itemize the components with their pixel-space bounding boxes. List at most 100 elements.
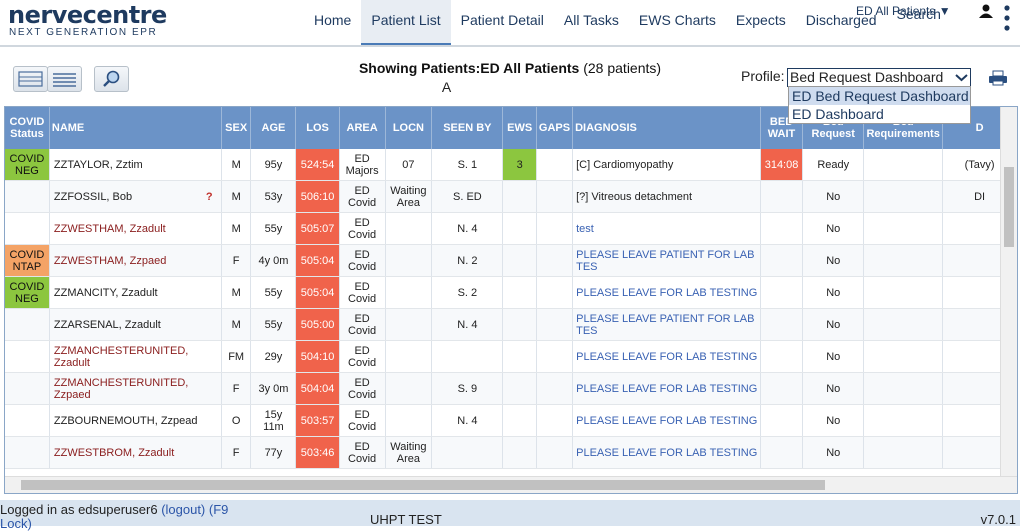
horizontal-scroll-thumb[interactable] <box>21 480 825 490</box>
question-icon[interactable]: ? <box>206 191 213 203</box>
more-menu-icon[interactable] <box>1004 4 1010 34</box>
patient-name-cell[interactable]: ZZWESTBROM, Zzadult <box>49 436 222 469</box>
vertical-scroll-thumb[interactable] <box>1004 167 1014 247</box>
patient-name-cell[interactable]: ZZBOURNEMOUTH, Zzpead <box>49 404 222 437</box>
bed-wait-cell <box>760 372 804 405</box>
los-cell: 505:07 <box>295 212 340 245</box>
covid-status-cell <box>5 404 50 437</box>
seen-by-cell: S. ED <box>431 180 504 213</box>
diagnosis-cell[interactable]: [C] Cardiomyopathy <box>572 149 761 181</box>
col-covid-status[interactable]: COVID Status <box>5 107 50 149</box>
diagnosis-cell[interactable]: PLEASE LEAVE FOR LAB TESTING <box>572 276 761 309</box>
col-name[interactable]: NAME <box>49 107 222 149</box>
profile-option-ed-bed-request[interactable]: ED Bed Request Dashboard <box>789 87 970 105</box>
gaps-cell <box>536 372 574 405</box>
version-label: v7.0.1 <box>980 512 1016 527</box>
login-info: Logged in as edsuperuser6 (logout) (F9 L… <box>0 502 229 531</box>
logout-link[interactable]: (logout) <box>161 502 205 517</box>
ews-cell <box>502 340 537 373</box>
nav-expects[interactable]: Expects <box>726 0 796 43</box>
seen-by-cell: S. 2 <box>431 276 504 309</box>
gaps-cell <box>536 436 574 469</box>
col-gaps[interactable]: GAPS <box>536 107 574 149</box>
area-cell: ED Covid <box>339 276 386 309</box>
patient-name-cell[interactable]: ZZMANCHESTERUNITED, Zzadult <box>49 340 222 373</box>
table-row[interactable]: ZZWESTBROM, Zzadult F 77y 503:46 ED Covid Wai… <box>5 436 1017 469</box>
col-sex[interactable]: SEX <box>221 107 252 149</box>
diagnosis-cell[interactable]: PLEASE LEAVE FOR LAB TESTING <box>572 340 761 373</box>
user-icon[interactable] <box>979 4 993 18</box>
patient-name-cell[interactable]: ZZFOSSIL, Bob? <box>49 180 222 213</box>
gaps-cell <box>536 244 574 277</box>
location-select[interactable]: ED All Patients ▼ <box>856 4 951 18</box>
diagnosis-cell[interactable]: PLEASE LEAVE PATIENT FOR LAB TES <box>572 308 761 341</box>
bed-wait-cell <box>760 340 804 373</box>
ews-cell <box>502 404 537 437</box>
table-row[interactable]: COVID NEG ZZMANCITY, Zzadult M 55y 505:04 ED … <box>5 276 1017 309</box>
col-age[interactable]: AGE <box>250 107 297 149</box>
covid-status-cell <box>5 340 50 373</box>
diagnosis-cell[interactable]: test <box>572 212 761 245</box>
locn-cell <box>385 244 433 277</box>
diagnosis-cell[interactable]: PLEASE LEAVE PATIENT FOR LAB TES <box>572 244 761 277</box>
patient-name-cell[interactable]: ZZWESTHAM, Zzpaed <box>49 244 222 277</box>
logo-subtitle: NEXT GENERATION EPR <box>9 27 158 38</box>
table-row[interactable]: ZZMANCHESTERUNITED, Zzpaed F 3y 0m 504:04 ED… <box>5 372 1017 405</box>
seen-by-cell: N. 4 <box>431 212 504 245</box>
col-locn[interactable]: LOCN <box>385 107 433 149</box>
patient-name-cell[interactable]: ZZMANCHESTERUNITED, Zzpaed <box>49 372 222 405</box>
covid-status-cell: COVID NEG <box>5 276 50 309</box>
col-seen-by[interactable]: SEEN BY <box>431 107 504 149</box>
print-icon[interactable] <box>988 70 1008 86</box>
nav-ews-charts[interactable]: EWS Charts <box>629 0 726 43</box>
table-row[interactable]: ZZARSENAL, Zzadult M 55y 505:00 ED Covid N. 4… <box>5 308 1017 341</box>
col-area[interactable]: AREA <box>339 107 386 149</box>
patient-name-cell[interactable]: ZZWESTHAM, Zzadult <box>49 212 222 245</box>
table-row[interactable]: COVID NTAP ZZWESTHAM, Zzpaed F 4y 0m 505:04 E… <box>5 244 1017 277</box>
col-ews[interactable]: EWS <box>502 107 537 149</box>
bed-request-cell: No <box>802 404 865 437</box>
profile-option-ed-dashboard[interactable]: ED Dashboard <box>789 105 970 123</box>
col-diagnosis[interactable]: DIAGNOSIS <box>572 107 761 149</box>
patient-name-cell[interactable]: ZZTAYLOR, Zztim <box>49 149 222 181</box>
sex-cell: F <box>221 436 252 469</box>
los-cell: 505:04 <box>295 244 340 277</box>
sex-cell: O <box>221 404 252 437</box>
table-row[interactable]: ZZFOSSIL, Bob? M 53y 506:10 ED Covid Waiting … <box>5 180 1017 213</box>
horizontal-scrollbar[interactable] <box>5 476 1017 493</box>
logo[interactable]: nervecentre <box>8 1 167 29</box>
covid-status-cell <box>5 372 50 405</box>
los-cell: 504:10 <box>295 340 340 373</box>
bed-wait-cell <box>760 308 804 341</box>
table-row[interactable]: ZZBOURNEMOUTH, Zzpead O 15y 11m 503:57 ED Co… <box>5 404 1017 437</box>
bed-request-cell: No <box>802 340 865 373</box>
diagnosis-cell[interactable]: PLEASE LEAVE FOR LAB TESTING <box>572 372 761 405</box>
patient-name-cell[interactable]: ZZMANCITY, Zzadult <box>49 276 222 309</box>
ews-cell: 3 <box>502 149 537 181</box>
diagnosis-cell[interactable]: PLEASE LEAVE FOR LAB TESTING <box>572 404 761 437</box>
diagnosis-cell[interactable]: PLEASE LEAVE FOR LAB TESTING <box>572 436 761 469</box>
nav-all-tasks[interactable]: All Tasks <box>554 0 629 43</box>
patient-name-cell[interactable]: ZZARSENAL, Zzadult <box>49 308 222 341</box>
table-row[interactable]: COVID NEG ZZTAYLOR, Zztim M 95y 524:54 ED Maj… <box>5 149 1017 181</box>
nav-patient-detail[interactable]: Patient Detail <box>451 0 554 43</box>
table-row[interactable]: ZZWESTHAM, Zzadult M 55y 505:07 ED Covid N. 4… <box>5 212 1017 245</box>
gaps-cell <box>536 180 574 213</box>
diagnosis-cell[interactable]: [?] Vitreous detachment <box>572 180 761 213</box>
table-row[interactable]: ZZMANCHESTERUNITED, Zzadult FM 29y 504:10 ED… <box>5 340 1017 373</box>
age-cell: 15y 11m <box>250 404 297 437</box>
nav-home[interactable]: Home <box>304 0 361 43</box>
sex-cell: M <box>221 308 252 341</box>
area-cell: ED Covid <box>339 372 386 405</box>
col-los[interactable]: LOS <box>295 107 340 149</box>
los-cell: 503:46 <box>295 436 340 469</box>
covid-status-cell: COVID NEG <box>5 149 50 181</box>
sex-cell: FM <box>221 340 252 373</box>
nav-patient-list[interactable]: Patient List <box>361 0 451 45</box>
area-cell: ED Covid <box>339 340 386 373</box>
bed-requirements-cell <box>863 436 944 469</box>
age-cell: 29y <box>250 340 297 373</box>
profile-select[interactable]: Bed Request Dashboard <box>787 68 971 87</box>
vertical-scrollbar[interactable] <box>1000 107 1017 477</box>
main-nav: Home Patient List Patient Detail All Tas… <box>304 0 951 45</box>
